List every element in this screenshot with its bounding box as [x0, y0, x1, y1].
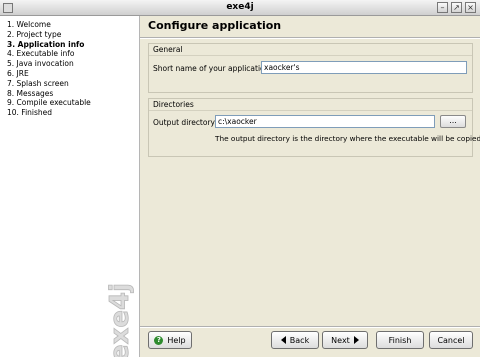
back-button-label: Back	[289, 335, 310, 345]
help-button[interactable]: ? Help	[148, 331, 192, 349]
main-content: Configure application General Short name…	[140, 16, 480, 357]
step-item-jre[interactable]: 6. JRE	[7, 69, 139, 79]
maximize-button[interactable]: ↗	[451, 2, 462, 13]
help-button-label: Help	[167, 335, 186, 345]
output-directory-label: Output directory:	[153, 118, 217, 127]
finish-button[interactable]: Finish	[376, 331, 424, 349]
short-name-label: Short name of your application:	[153, 64, 272, 73]
general-group-label: General	[153, 45, 183, 54]
help-icon: ?	[154, 335, 164, 345]
finish-button-label: Finish	[388, 335, 412, 345]
directories-group-label: Directories	[153, 100, 194, 109]
exe4j-brand-logo: exe4j	[105, 283, 136, 357]
directories-group: Directories Output directory: ... The ou…	[148, 98, 480, 157]
step-item-splash-screen[interactable]: 7. Splash screen	[7, 79, 139, 89]
step-item-executable-info[interactable]: 4. Executable info	[7, 49, 139, 59]
cancel-button-label: Cancel	[437, 335, 465, 345]
back-button[interactable]: Back	[271, 331, 319, 349]
directories-group-divider	[149, 110, 472, 111]
minimize-button[interactable]: –	[437, 2, 448, 13]
step-item-finished[interactable]: 10. Finished	[7, 108, 139, 118]
steps-sidebar: 1. Welcome 2. Project type 3. Applicatio…	[0, 16, 140, 357]
step-item-java-invocation[interactable]: 5. Java invocation	[7, 59, 139, 69]
step-item-project-type[interactable]: 2. Project type	[7, 30, 139, 40]
general-group-divider	[149, 55, 472, 56]
window-title: exe4j	[226, 2, 254, 12]
next-button-label: Next	[331, 335, 350, 345]
step-item-application-info[interactable]: 3. Application info	[7, 40, 139, 50]
steps-list: 1. Welcome 2. Project type 3. Applicatio…	[0, 16, 139, 118]
next-button[interactable]: Next	[322, 331, 368, 349]
back-arrow-icon	[280, 336, 286, 344]
step-item-welcome[interactable]: 1. Welcome	[7, 20, 139, 30]
svg-text:exe4j: exe4j	[105, 283, 135, 357]
general-group: General Short name of your application:	[148, 43, 473, 93]
next-arrow-icon	[353, 336, 359, 344]
output-directory-hint: The output directory is the directory wh…	[215, 134, 480, 143]
cancel-button[interactable]: Cancel	[429, 331, 473, 349]
footer-divider	[140, 326, 480, 328]
close-button[interactable]: ×	[465, 2, 476, 13]
step-item-compile-executable[interactable]: 9. Compile executable	[7, 98, 139, 108]
output-directory-input[interactable]	[215, 115, 435, 128]
page-title: Configure application	[148, 19, 282, 32]
header-divider	[140, 37, 480, 39]
step-item-messages[interactable]: 8. Messages	[7, 89, 139, 99]
app-window: exe4j – ↗ × 1. Welcome 2. Project type 3…	[0, 0, 480, 357]
short-name-input[interactable]	[261, 61, 467, 74]
title-bar: exe4j – ↗ ×	[0, 0, 480, 16]
browse-button[interactable]: ...	[440, 115, 466, 128]
